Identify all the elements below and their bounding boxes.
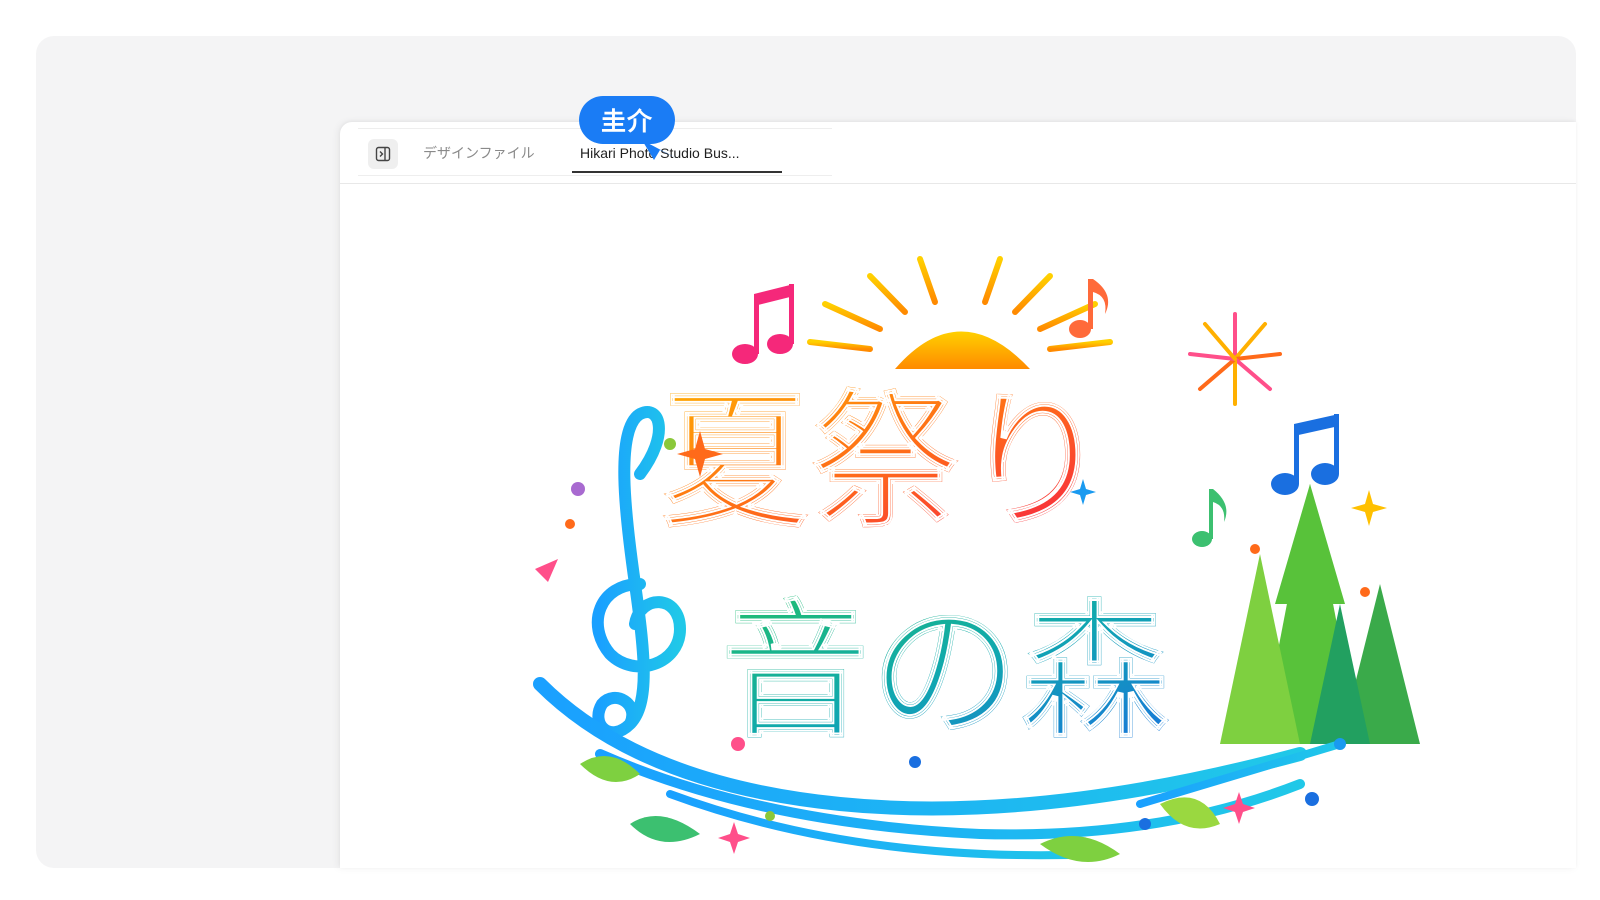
- app-window: デザインファイル Hikari Photo Studio Bus... 夏祭り …: [340, 122, 1576, 868]
- summer-festival-artwork: 夏祭り 音の森: [533, 251, 1420, 862]
- sidebar-toggle-button[interactable]: [368, 139, 398, 169]
- music-note-icon: [732, 284, 794, 364]
- artwork-title-line1: 夏祭り: [660, 376, 1110, 550]
- fireworks-icon: [1188, 312, 1282, 406]
- active-tab-indicator: [572, 171, 782, 173]
- pine-tree-icon: [1220, 484, 1420, 744]
- sun-half-icon: [895, 331, 1030, 369]
- collaborator-cursor-arrow-icon: [642, 140, 676, 160]
- music-note-icon: [1192, 489, 1227, 547]
- tab-design-file[interactable]: デザインファイル: [423, 139, 535, 171]
- music-note-icon: [1069, 279, 1109, 338]
- artwork-title-line2: 音の森: [720, 586, 1171, 760]
- collaborator-cursor-badge: 圭介: [579, 96, 675, 144]
- sidebar-panel-icon: [375, 146, 391, 162]
- music-note-icon: [1271, 414, 1339, 495]
